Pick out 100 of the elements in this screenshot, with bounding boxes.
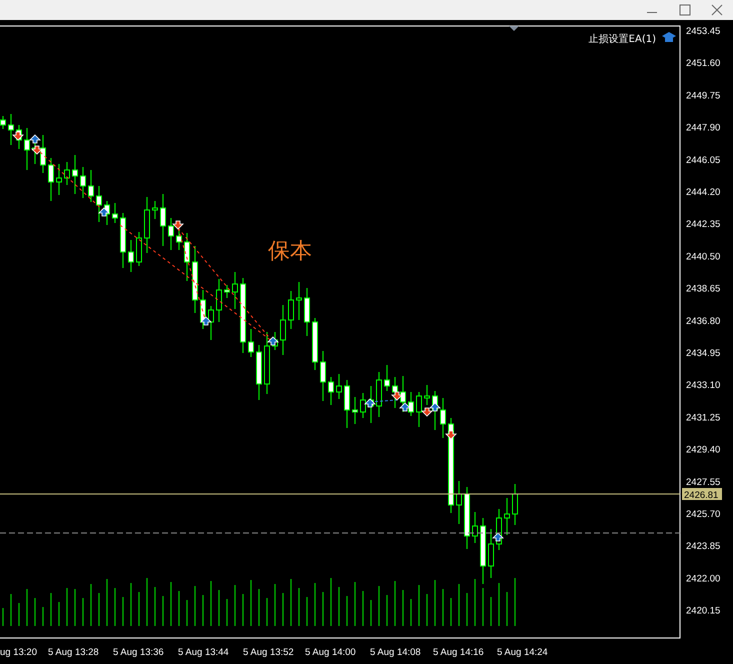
candlestick — [296, 282, 302, 320]
current-price-tag: 2426.81 — [682, 488, 722, 501]
candlestick — [88, 170, 94, 202]
candlestick — [472, 512, 478, 544]
candlestick — [56, 164, 62, 196]
up-arrow-icon — [200, 316, 212, 326]
candlestick — [160, 194, 166, 246]
candlestick — [352, 396, 358, 424]
candlestick — [456, 480, 462, 524]
annotation-text: 保本 — [268, 239, 312, 264]
time-label: 5 Aug 13:44 — [178, 647, 229, 658]
time-label: 5 Aug 13:36 — [113, 647, 164, 658]
up-arrow-icon — [98, 207, 110, 216]
price-label: 2447.90 — [686, 122, 720, 134]
time-label: 5 Aug 14:24 — [497, 647, 548, 658]
candlestick — [48, 158, 54, 202]
price-label: 2422.00 — [686, 573, 720, 584]
candlestick — [328, 376, 334, 406]
maximize-icon[interactable] — [680, 4, 690, 16]
candlestick — [152, 200, 158, 220]
candlestick — [40, 134, 46, 174]
up-arrow-icon — [364, 398, 376, 408]
candlestick — [464, 486, 470, 550]
candlestick — [192, 246, 198, 314]
candlestick — [384, 364, 390, 392]
time-label: ug 13:20 — [0, 647, 37, 658]
price-label: 2453.45 — [686, 26, 720, 37]
up-arrow-icon — [29, 134, 41, 144]
graduation-cap-icon — [662, 32, 676, 42]
up-arrow-icon — [267, 336, 279, 346]
candlestick — [144, 196, 150, 254]
price-label: 2440.50 — [686, 251, 720, 262]
candlestick — [112, 202, 118, 224]
candlestick — [208, 306, 214, 340]
candlestick — [120, 212, 126, 268]
price-label: 2423.85 — [686, 541, 720, 552]
candlestick — [480, 518, 486, 584]
candlestick — [64, 162, 70, 186]
candlestick — [216, 278, 222, 322]
candlestick — [408, 392, 414, 416]
candlestick — [256, 344, 262, 400]
down-arrow-icon — [12, 132, 24, 141]
candlestick — [72, 154, 78, 194]
price-label: 2449.75 — [686, 90, 720, 102]
down-arrow-icon — [391, 392, 403, 401]
price-label: 2433.10 — [686, 380, 720, 392]
price-label: 2429.40 — [686, 444, 720, 456]
price-label: 2451.60 — [686, 58, 720, 70]
candlestick — [80, 166, 86, 198]
time-label: 5 Aug 13:28 — [48, 647, 99, 658]
candlestick — [136, 232, 142, 266]
candlestick — [168, 218, 174, 250]
time-label: 5 Aug 13:52 — [243, 647, 294, 658]
price-label: 2436.80 — [686, 316, 720, 327]
candlestick — [392, 376, 398, 408]
down-arrow-icon — [172, 220, 184, 230]
candlestick — [360, 392, 366, 418]
candlestick — [336, 374, 342, 400]
candlestick — [264, 332, 270, 394]
candlestick — [128, 240, 134, 272]
candlestick — [488, 528, 494, 578]
candlestick — [232, 272, 238, 310]
price-label: 2438.65 — [686, 284, 720, 295]
candlestick — [8, 114, 14, 146]
price-label: 2444.20 — [686, 187, 720, 198]
up-arrow-icon — [492, 532, 504, 542]
candlestick — [344, 380, 350, 428]
candlestick — [224, 284, 230, 298]
time-label: 5 Aug 14:16 — [433, 647, 484, 658]
price-label: 2442.35 — [686, 219, 720, 230]
candlestick — [512, 484, 518, 526]
down-arrow-icon — [445, 430, 457, 440]
candlestick — [424, 384, 430, 406]
price-label: 2446.05 — [686, 154, 720, 166]
down-arrow-icon — [31, 146, 43, 155]
time-label: 5 Aug 14:08 — [370, 647, 421, 658]
candlestick — [312, 318, 318, 370]
up-arrow-icon — [429, 402, 441, 412]
time-label: 5 Aug 14:00 — [305, 647, 356, 658]
triangle-icon[interactable] — [509, 26, 519, 31]
candlestick — [320, 350, 326, 402]
candlestick — [376, 372, 382, 418]
candlestick — [96, 186, 102, 222]
price-label: 2431.25 — [686, 412, 720, 424]
candlestick — [400, 376, 406, 412]
candlestick — [440, 398, 446, 438]
candlestick — [280, 304, 286, 356]
price-label: 2420.15 — [686, 606, 720, 617]
candlestick — [184, 232, 190, 282]
price-label: 2425.70 — [686, 509, 720, 520]
price-label: 2427.55 — [686, 476, 720, 488]
price-label: 2434.95 — [686, 348, 720, 359]
candlestick — [0, 116, 6, 130]
candlestick — [24, 128, 30, 170]
indicator-label: 止损设置EA(1) — [588, 34, 656, 45]
down-arrow-icon — [421, 408, 433, 417]
close-icon[interactable] — [712, 4, 722, 16]
candlestick — [248, 328, 254, 358]
candlestick — [288, 290, 294, 330]
candlestick — [304, 288, 310, 336]
